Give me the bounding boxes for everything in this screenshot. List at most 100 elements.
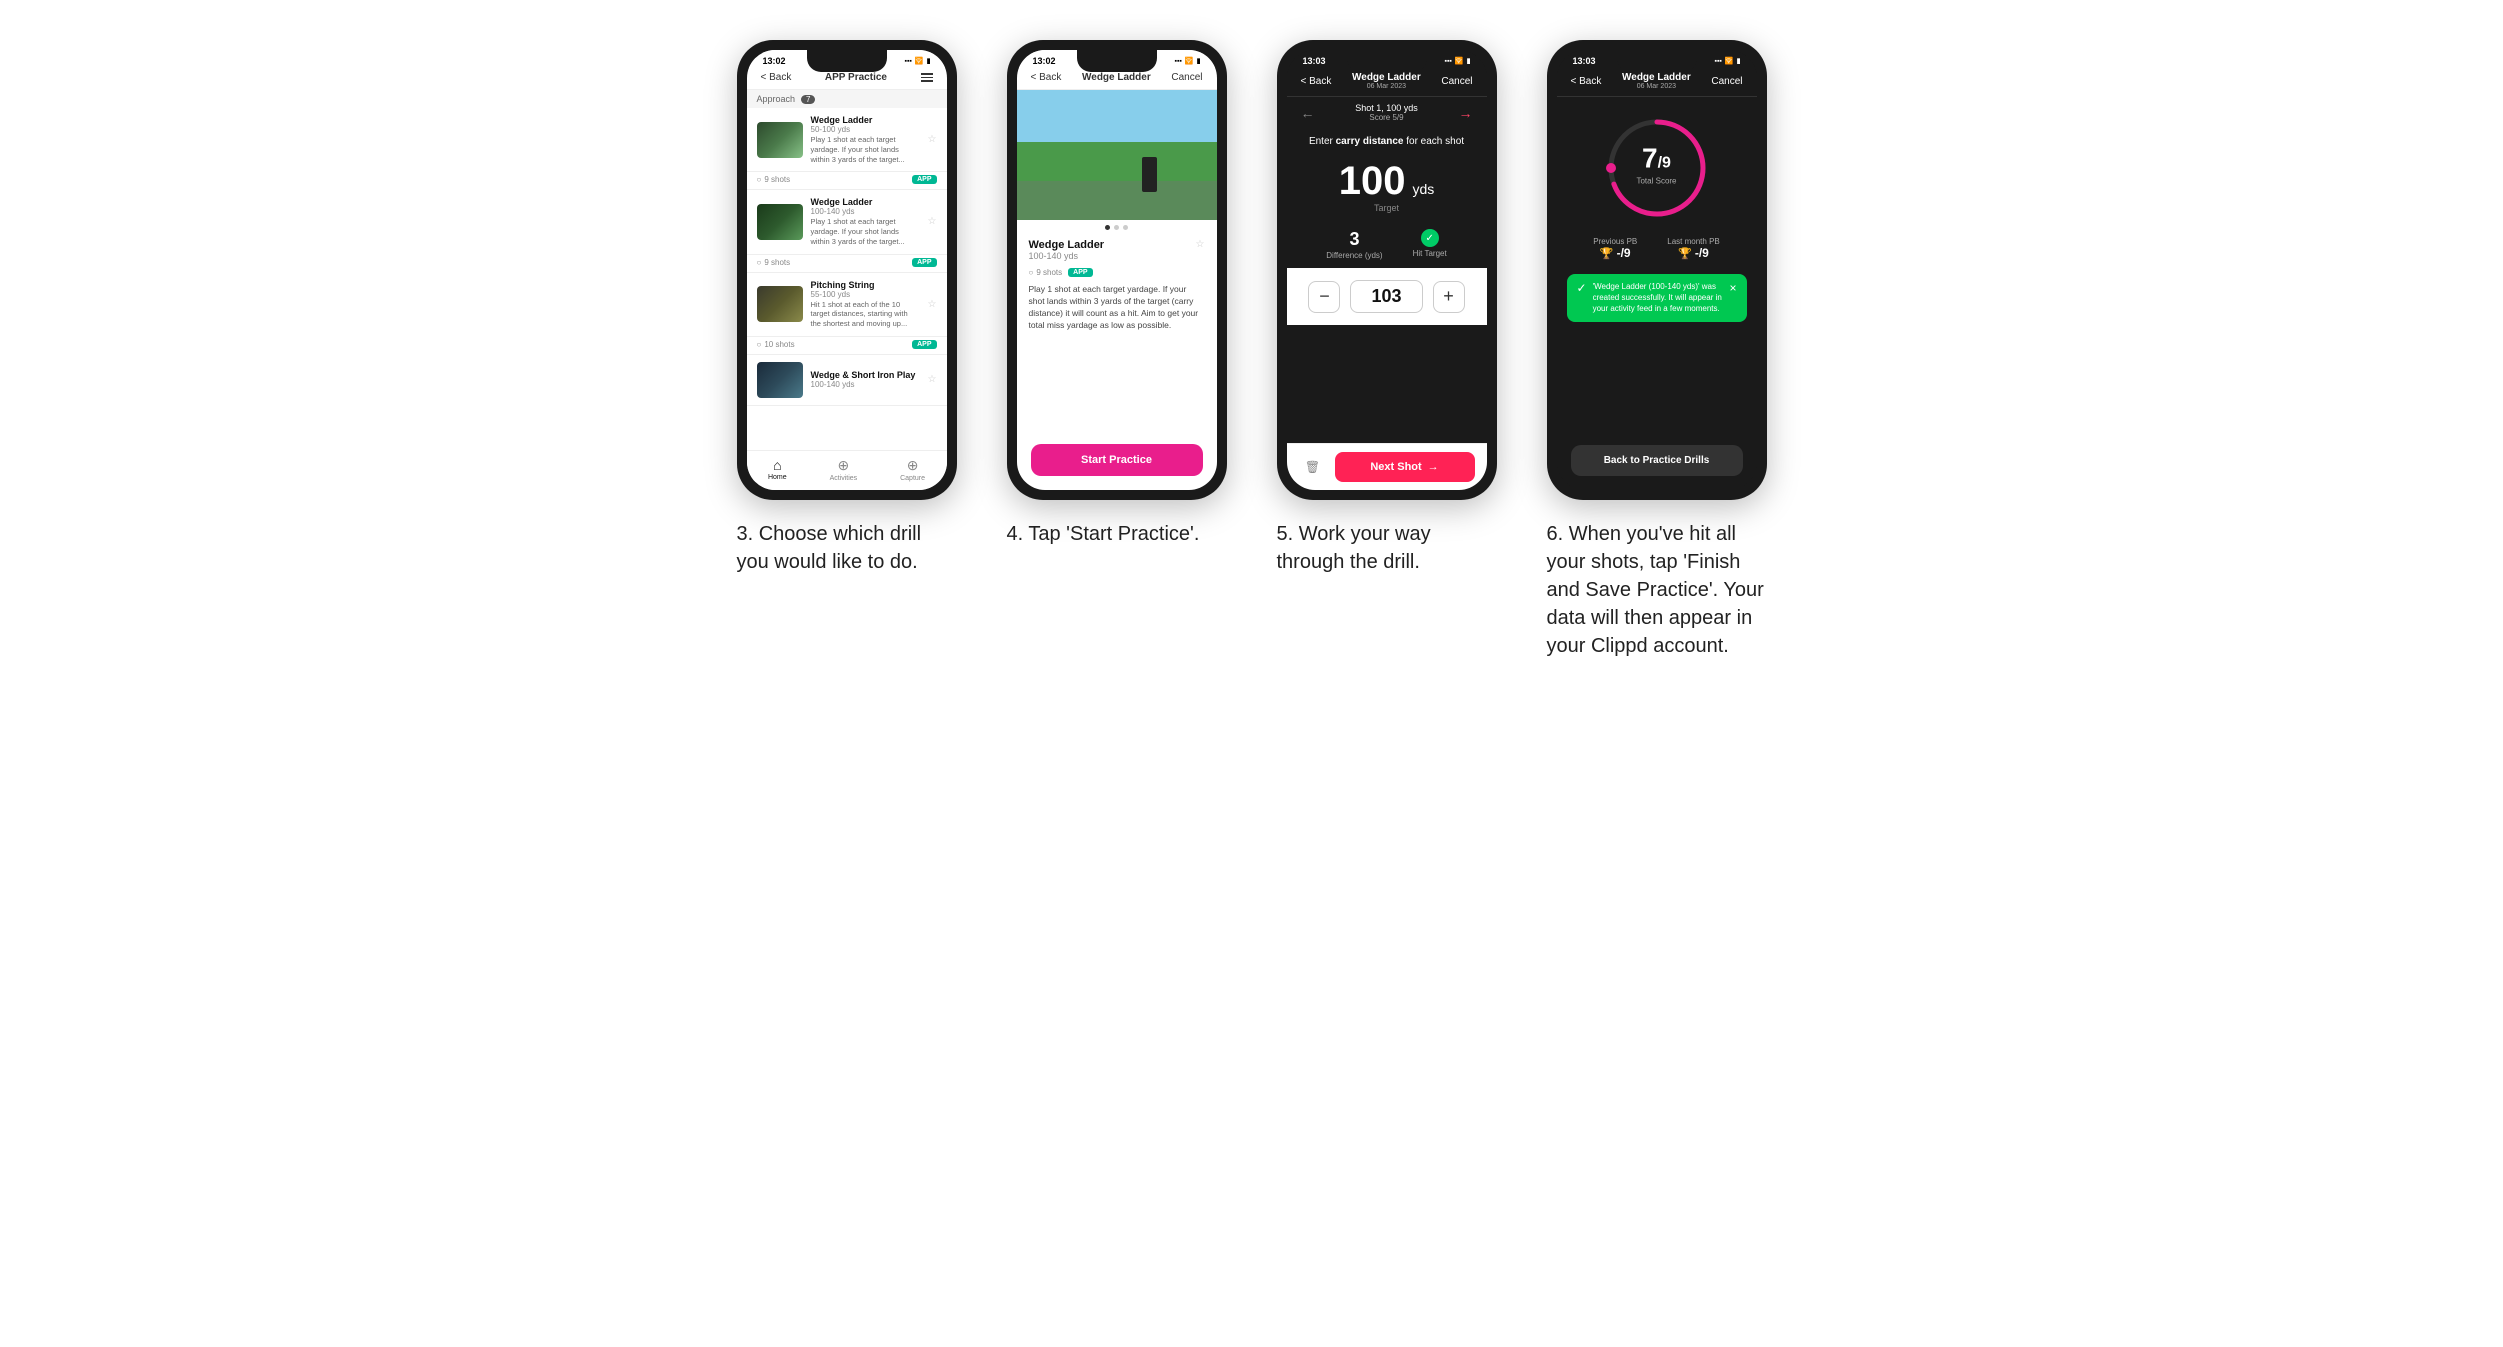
pb-row: Previous PB 🏆 -/9 Last month PB 🏆 -/9 [1557,231,1757,268]
start-practice-button[interactable]: Start Practice [1031,444,1203,476]
phone5-cancel-button[interactable]: Cancel [1441,76,1472,87]
phone4-notch [1077,50,1157,72]
drill-name-4: Wedge & Short Iron Play [811,370,920,380]
drill-star-1[interactable]: ☆ [928,134,937,145]
drill-star-4[interactable]: ☆ [928,374,937,385]
phone4-detail-desc: Play 1 shot at each target yardage. If y… [1017,280,1217,338]
drill-thumb-4 [757,362,803,398]
signal-icon-5: ▪▪▪ [1444,58,1451,65]
phone6-frame: 13:03 ▪▪▪ 🛜 ▮ < Back Wedge Ladder 06 Mar… [1547,40,1767,500]
stat-hit-target-label: Hit Target [1413,249,1447,258]
phone3-section-header: Approach 7 [747,90,947,108]
phone5-screen: 13:03 ▪▪▪ 🛜 ▮ < Back Wedge Ladder 06 Mar… [1287,50,1487,490]
drill-shots-2: ○ 9 shots [757,258,791,267]
drill-item-3[interactable]: Pitching String 55-100 yds Hit 1 shot at… [747,273,947,355]
battery-icon: ▮ [927,57,931,65]
phone3-nav-title: APP Practice [825,72,887,83]
home-icon: ⌂ [773,457,781,473]
drill-info-1: Wedge Ladder 50-100 yds Play 1 shot at e… [811,115,920,164]
phone6-notch [1617,50,1697,72]
phone6-nav-subtitle: 06 Mar 2023 [1622,83,1691,90]
drill-desc-1: Play 1 shot at each target yardage. If y… [811,135,920,164]
phone6-screen: 13:03 ▪▪▪ 🛜 ▮ < Back Wedge Ladder 06 Mar… [1557,50,1757,490]
success-close-button[interactable]: × [1729,281,1736,295]
drill-badge-3: APP [912,340,936,349]
phone5-nav-title-group: Wedge Ladder 06 Mar 2023 [1352,72,1421,90]
stats-row: 3 Difference (yds) ✓ Hit Target [1287,219,1487,268]
drill-star-2[interactable]: ☆ [928,216,937,227]
phone5-back-button[interactable]: < Back [1301,76,1332,87]
delete-shot-button[interactable]: 🗑 [1299,453,1327,481]
score-text: 7 /9 Total Score [1636,143,1676,186]
phone3-status-icons: ▪▪▪ 🛜 ▮ [904,57,930,65]
signal-icon-6: ▪▪▪ [1714,58,1721,65]
bottom-nav-home[interactable]: ⌂ Home [768,457,787,482]
drill-badge-1: APP [912,175,936,184]
drill-thumb-2 [757,204,803,240]
home-label: Home [768,474,787,481]
drill-star-3[interactable]: ☆ [928,299,937,310]
battery-icon-5: ▮ [1467,57,1471,65]
next-shot-label: Next Shot [1370,461,1421,473]
next-shot-button[interactable]: Next Shot → [1335,452,1475,482]
hit-target-circle: ✓ [1421,229,1439,247]
detail-badge: APP [1068,268,1092,277]
drill-item-2[interactable]: Wedge Ladder 100-140 yds Play 1 shot at … [747,190,947,272]
total-score-label: Total Score [1636,177,1676,186]
stat-difference-label: Difference (yds) [1326,251,1382,260]
next-shot-arrow[interactable]: → [1458,105,1472,121]
drill-name-2: Wedge Ladder [811,197,920,207]
drill-meta-3: ○ 10 shots APP [747,337,947,355]
bottom-nav-activities[interactable]: ⊕ Activities [830,457,858,482]
battery-icon-6: ▮ [1737,57,1741,65]
last-month-pb: Last month PB 🏆 -/9 [1667,237,1719,260]
phone4-detail-meta: ○ 9 shots APP [1017,265,1217,280]
phones-row: 13:02 ▪▪▪ 🛜 ▮ < Back APP Practice Approa [727,40,1777,660]
score-circle-container: 7 /9 Total Score [1557,97,1757,231]
shot-bottom: 🗑 Next Shot → [1287,443,1487,490]
phone6-nav-title-group: Wedge Ladder 06 Mar 2023 [1622,72,1691,90]
phone5-nav-bar: < Back Wedge Ladder 06 Mar 2023 Cancel [1287,68,1487,97]
phone3-bottom-nav: ⌂ Home ⊕ Activities ⊕ Capture [747,450,947,490]
drill-item-4[interactable]: Wedge & Short Iron Play 100-140 yds ☆ [747,355,947,406]
drill-thumb-1 [757,122,803,158]
phone6-back-button[interactable]: < Back [1571,76,1602,87]
prev-shot-arrow[interactable]: ← [1301,105,1315,121]
shot-input-value[interactable]: 103 [1350,280,1422,313]
target-yds-row: 100 yds [1287,161,1487,201]
phone5-nav-title: Wedge Ladder [1352,72,1421,83]
hamburger-icon[interactable] [921,73,933,82]
target-label: Target [1287,203,1487,213]
detail-star[interactable]: ☆ [1196,239,1205,250]
phone4-drill-image [1017,90,1217,220]
drill-item-1[interactable]: Wedge Ladder 50-100 yds Play 1 shot at e… [747,108,947,190]
clock-icon-1: ○ [757,175,762,184]
decrement-button[interactable]: − [1308,281,1340,313]
stat-difference-value: 3 [1326,229,1382,250]
capture-label: Capture [900,475,925,482]
phone6-cancel-button[interactable]: Cancel [1711,76,1742,87]
phone4-cancel-button[interactable]: Cancel [1171,72,1202,83]
input-row: − 103 + [1287,268,1487,325]
increment-button[interactable]: + [1433,281,1465,313]
shot-nav: ← Shot 1, 100 yds Score 5/9 → [1287,97,1487,126]
back-to-drills-button[interactable]: Back to Practice Drills [1571,445,1743,476]
detail-shots: ○ 9 shots [1029,268,1063,277]
drill-range-2: 100-140 yds [811,207,920,216]
phone6-time: 13:03 [1573,56,1596,66]
trophy-icon-2: 🏆 [1678,247,1692,260]
phone4-back-button[interactable]: < Back [1031,72,1062,83]
phone3-time: 13:02 [763,56,786,66]
drill-meta-1: ○ 9 shots APP [747,172,947,190]
phone6-nav-title: Wedge Ladder [1622,72,1691,83]
drill-desc-2: Play 1 shot at each target yardage. If y… [811,217,920,246]
bottom-nav-capture[interactable]: ⊕ Capture [900,457,925,482]
phone3-back-button[interactable]: < Back [761,72,792,83]
activities-label: Activities [830,475,858,482]
detail-drill-range: 100-140 yds [1029,251,1105,261]
shot-score: Score 5/9 [1355,113,1418,122]
previous-pb-label: Previous PB [1593,237,1637,246]
drill-shots-1: ○ 9 shots [757,175,791,184]
phone3-screen: 13:02 ▪▪▪ 🛜 ▮ < Back APP Practice Approa [747,50,947,490]
drill-info-4: Wedge & Short Iron Play 100-140 yds [811,370,920,389]
